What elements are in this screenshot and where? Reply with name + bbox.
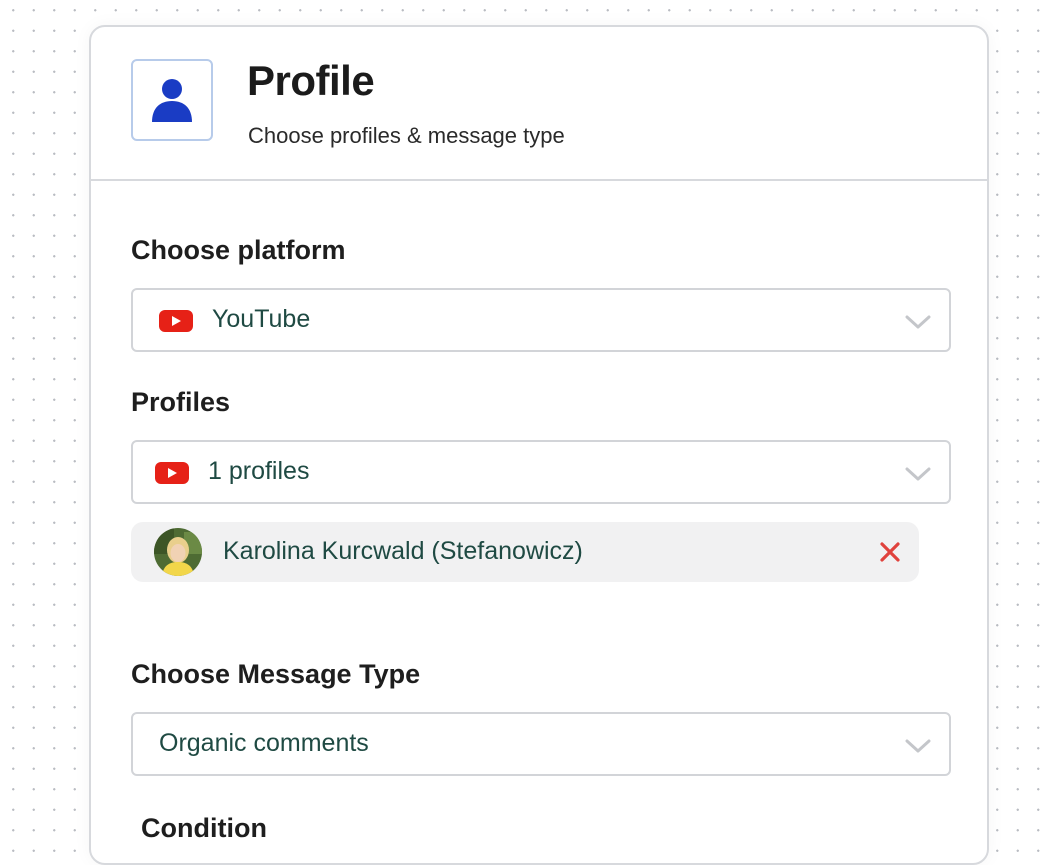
profile-icon-box (131, 59, 213, 141)
user-icon (152, 79, 192, 122)
platform-label: Choose platform (131, 235, 346, 265)
page-title: Profile (247, 57, 375, 104)
card-header: Profile Choose profiles & message type (91, 27, 987, 181)
profile-name: Karolina Kurcwald (Stefanowicz) (223, 537, 583, 565)
message-type-label: Choose Message Type (131, 659, 421, 689)
platform-select-value: YouTube (212, 305, 311, 333)
youtube-icon (155, 462, 189, 484)
platform-select[interactable]: YouTube (131, 288, 951, 352)
message-type-select-value: Organic comments (159, 729, 369, 757)
youtube-icon (159, 310, 193, 332)
page-subtitle: Choose profiles & message type (248, 123, 565, 148)
close-icon[interactable] (879, 541, 901, 563)
message-type-select[interactable]: Organic comments (131, 712, 951, 776)
chevron-down-icon (905, 467, 931, 481)
profiles-select[interactable]: 1 profiles (131, 440, 951, 504)
condition-label: Condition (141, 813, 267, 843)
chevron-down-icon (905, 315, 931, 329)
avatar (154, 528, 202, 576)
profile-card: Profile Choose profiles & message type C… (89, 25, 989, 865)
chevron-down-icon (905, 739, 931, 753)
profiles-label: Profiles (131, 387, 231, 417)
profiles-select-value: 1 profiles (208, 457, 310, 485)
selected-profile-chip: Karolina Kurcwald (Stefanowicz) (131, 522, 919, 582)
